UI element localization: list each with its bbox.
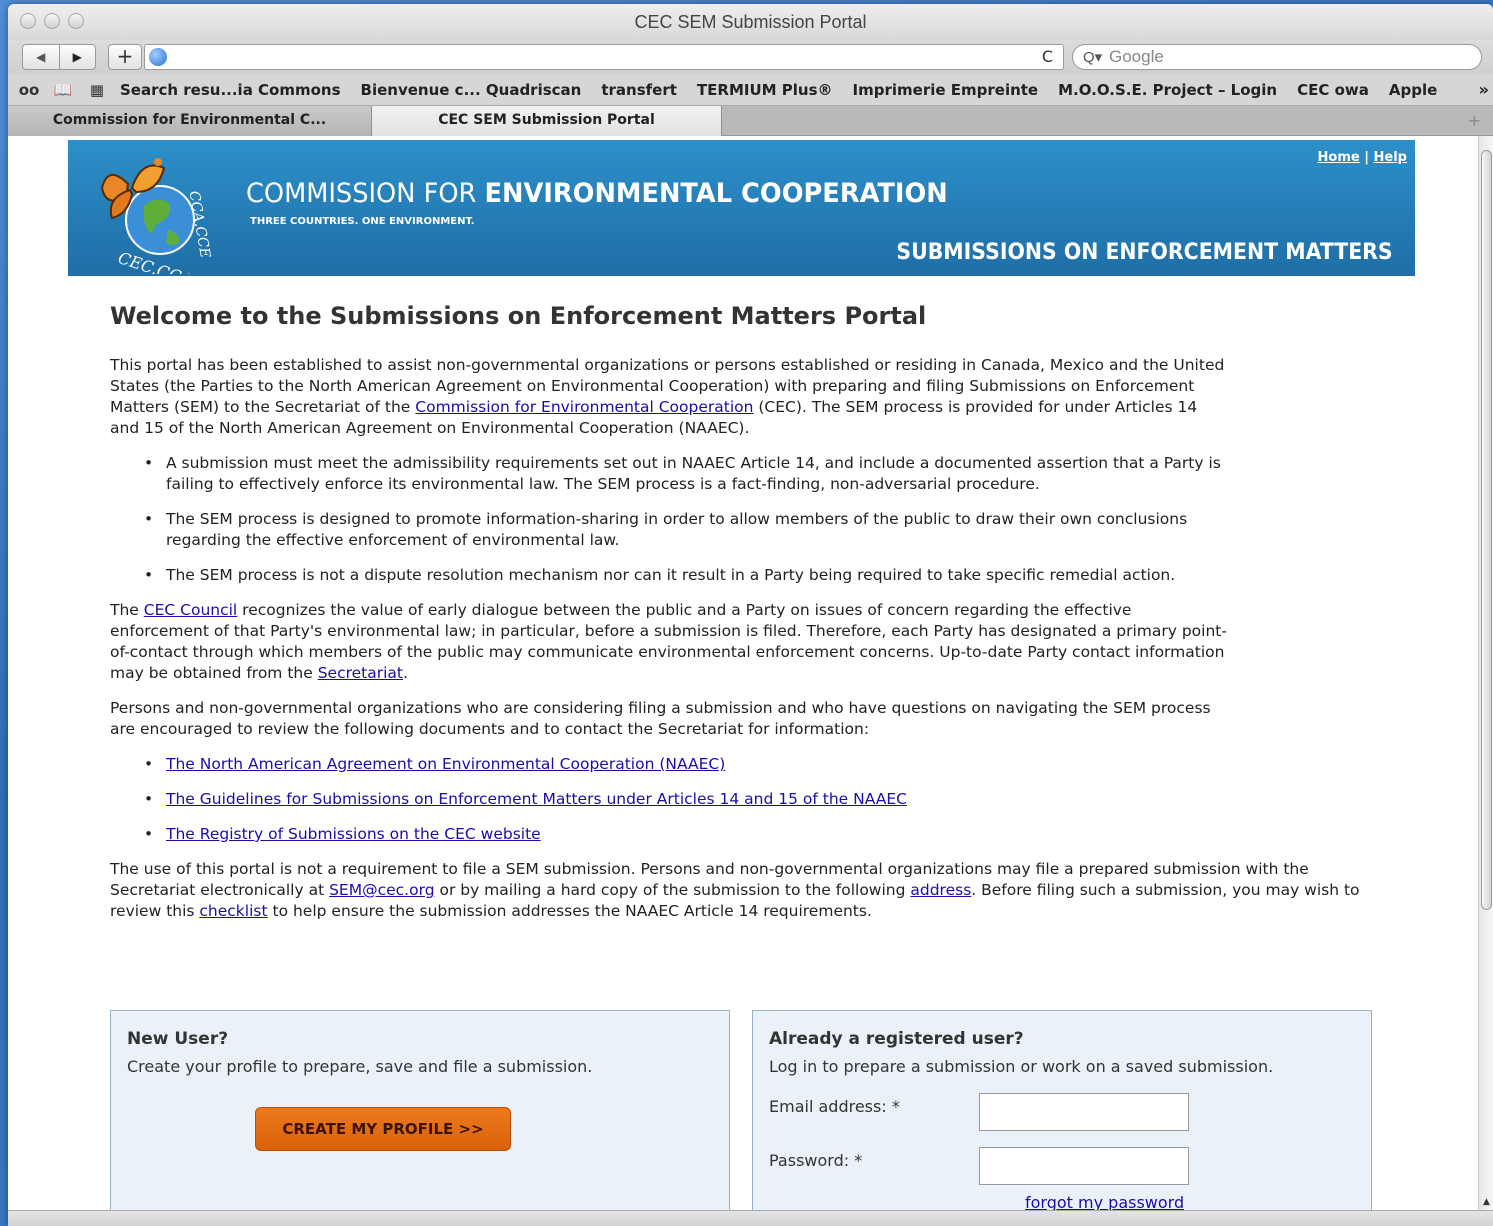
bookmark-item[interactable]: M.O.O.S.E. Project – Login — [1058, 81, 1277, 99]
home-link[interactable]: Home — [1318, 150, 1360, 165]
new-user-panel: New User? Create your profile to prepare… — [110, 1010, 730, 1226]
page-title: Welcome to the Submissions on Enforcemen… — [110, 302, 927, 330]
top-sites-grid-icon[interactable]: ▦ — [84, 81, 110, 99]
bookmark-item[interactable]: Imprimerie Empreinte — [853, 81, 1039, 99]
login-title: Already a registered user? — [769, 1029, 1024, 1049]
checklist-link[interactable]: checklist — [199, 902, 267, 920]
create-profile-button[interactable]: CREATE MY PROFILE >> — [255, 1107, 511, 1151]
forward-arrow-icon: ▶ — [72, 50, 82, 64]
council-text-1: The — [110, 601, 144, 619]
cec-link[interactable]: Commission for Environmental Cooperation — [415, 398, 753, 416]
list-item: The SEM process is not a dispute resolut… — [110, 565, 1230, 586]
council-paragraph: The CEC Council recognizes the value of … — [110, 600, 1230, 684]
bookmarks-overflow-icon[interactable]: » — [1479, 80, 1489, 99]
list-item: The Registry of Submissions on the CEC w… — [110, 824, 1230, 845]
page-viewport: CEC.CCA CCA.CCE COMMISSION FOR ENVIRONME… — [8, 136, 1478, 1226]
tab-bar: Commission for Environmental C... CEC SE… — [8, 106, 1493, 136]
search-field[interactable]: Q▾ Google — [1072, 44, 1482, 70]
tab-commission[interactable]: Commission for Environmental C... — [8, 106, 372, 136]
portal-use-paragraph: The use of this portal is not a requirem… — [110, 859, 1380, 922]
email-label: Email address: * — [769, 1097, 900, 1116]
reader-glasses-icon[interactable]: oo — [16, 81, 42, 99]
bookmarks-bar: oo 📖 ▦ Search resu...ia Commons Bienvenu… — [8, 74, 1493, 106]
persons-paragraph: Persons and non-governmental organizatio… — [110, 699, 1211, 738]
intro-paragraph: This portal has been established to assi… — [110, 355, 1230, 439]
cec-logo: CEC.CCA CCA.CCE — [100, 158, 213, 274]
tab-sem-portal[interactable]: CEC SEM Submission Portal — [372, 106, 722, 136]
forward-button[interactable]: ▶ — [58, 45, 96, 69]
search-icon: Q▾ — [1083, 49, 1103, 66]
status-bar — [8, 1210, 1493, 1226]
banner-link-separator: | — [1364, 150, 1369, 165]
site-banner: CEC.CCA CCA.CCE COMMISSION FOR ENVIRONME… — [68, 140, 1415, 276]
login-panel: Already a registered user? Log in to pre… — [752, 1010, 1372, 1226]
cec-council-link[interactable]: CEC Council — [144, 601, 237, 619]
search-placeholder: Google — [1109, 47, 1164, 66]
list-item: The SEM process is designed to promote i… — [110, 509, 1230, 551]
globe-icon — [149, 48, 167, 66]
sem-facts-list: A submission must meet the admissibility… — [110, 453, 1380, 586]
scrollbar-thumb[interactable] — [1481, 150, 1492, 910]
main-content: Welcome to the Submissions on Enforcemen… — [110, 302, 1380, 936]
open-book-icon[interactable]: 📖 — [50, 81, 76, 99]
address-bar[interactable]: C — [144, 44, 1064, 70]
title-bar: CEC SEM Submission Portal — [8, 4, 1493, 40]
email-field[interactable] — [979, 1093, 1189, 1131]
bookmark-item[interactable]: Apple — [1389, 81, 1437, 99]
add-bookmark-button[interactable]: + — [108, 44, 142, 70]
section-title: SUBMISSIONS ON ENFORCEMENT MATTERS — [896, 240, 1393, 265]
bookmark-item[interactable]: TERMIUM Plus® — [697, 81, 833, 99]
new-tab-icon[interactable]: + — [1468, 111, 1481, 130]
secretariat-link[interactable]: Secretariat — [318, 664, 403, 682]
final-text-4: to help ensure the submission addresses … — [267, 902, 872, 920]
window-title: CEC SEM Submission Portal — [634, 12, 867, 32]
back-button[interactable]: ◀ — [23, 45, 59, 69]
browser-toolbar: ◀ ▶ + C Q▾ Google — [8, 40, 1493, 74]
vertical-scrollbar[interactable]: ▲▼ — [1478, 136, 1493, 1226]
login-text: Log in to prepare a submission or work o… — [769, 1057, 1274, 1076]
list-item: The North American Agreement on Environm… — [110, 754, 1230, 775]
tagline: THREE COUNTRIES. ONE ENVIRONMENT. — [250, 216, 475, 227]
final-text-2: or by mailing a hard copy of the submiss… — [434, 881, 911, 899]
council-text-2: recognizes the value of early dialogue b… — [110, 601, 1227, 682]
bookmark-item[interactable]: Search resu...ia Commons — [120, 81, 341, 99]
back-arrow-icon: ◀ — [36, 50, 46, 64]
council-text-3: . — [403, 664, 408, 682]
org-name-regular: COMMISSION FOR — [246, 178, 485, 209]
registry-link[interactable]: The Registry of Submissions on the CEC w… — [166, 825, 541, 843]
help-link[interactable]: Help — [1374, 150, 1407, 165]
guidelines-link[interactable]: The Guidelines for Submissions on Enforc… — [166, 790, 907, 808]
address-link[interactable]: address — [910, 881, 971, 899]
list-item: The Guidelines for Submissions on Enforc… — [110, 789, 1230, 810]
reload-icon[interactable]: C — [1042, 47, 1053, 66]
document-links-list: The North American Agreement on Environm… — [110, 754, 1380, 845]
new-user-text: Create your profile to prepare, save and… — [127, 1057, 593, 1076]
bookmark-item[interactable]: transfert — [601, 81, 677, 99]
bookmark-item[interactable]: CEC owa — [1297, 81, 1369, 99]
organization-name: COMMISSION FOR ENVIRONMENTAL COOPERATION — [246, 178, 948, 209]
sem-email-link[interactable]: SEM@cec.org — [329, 881, 434, 899]
list-item: A submission must meet the admissibility… — [110, 453, 1230, 495]
org-name-bold: ENVIRONMENTAL COOPERATION — [484, 178, 948, 209]
browser-window: CEC SEM Submission Portal ◀ ▶ + C Q▾ Goo… — [8, 4, 1493, 1226]
bookmark-item[interactable]: Bienvenue c... Quadriscan — [361, 81, 582, 99]
password-field[interactable] — [979, 1147, 1189, 1185]
password-label: Password: * — [769, 1151, 863, 1170]
navigation-buttons: ◀ ▶ — [22, 44, 96, 70]
plus-icon: + — [116, 44, 134, 68]
naaec-link[interactable]: The North American Agreement on Environm… — [166, 755, 725, 773]
banner-links: Home | Help — [1318, 150, 1407, 165]
new-user-title: New User? — [127, 1029, 229, 1049]
